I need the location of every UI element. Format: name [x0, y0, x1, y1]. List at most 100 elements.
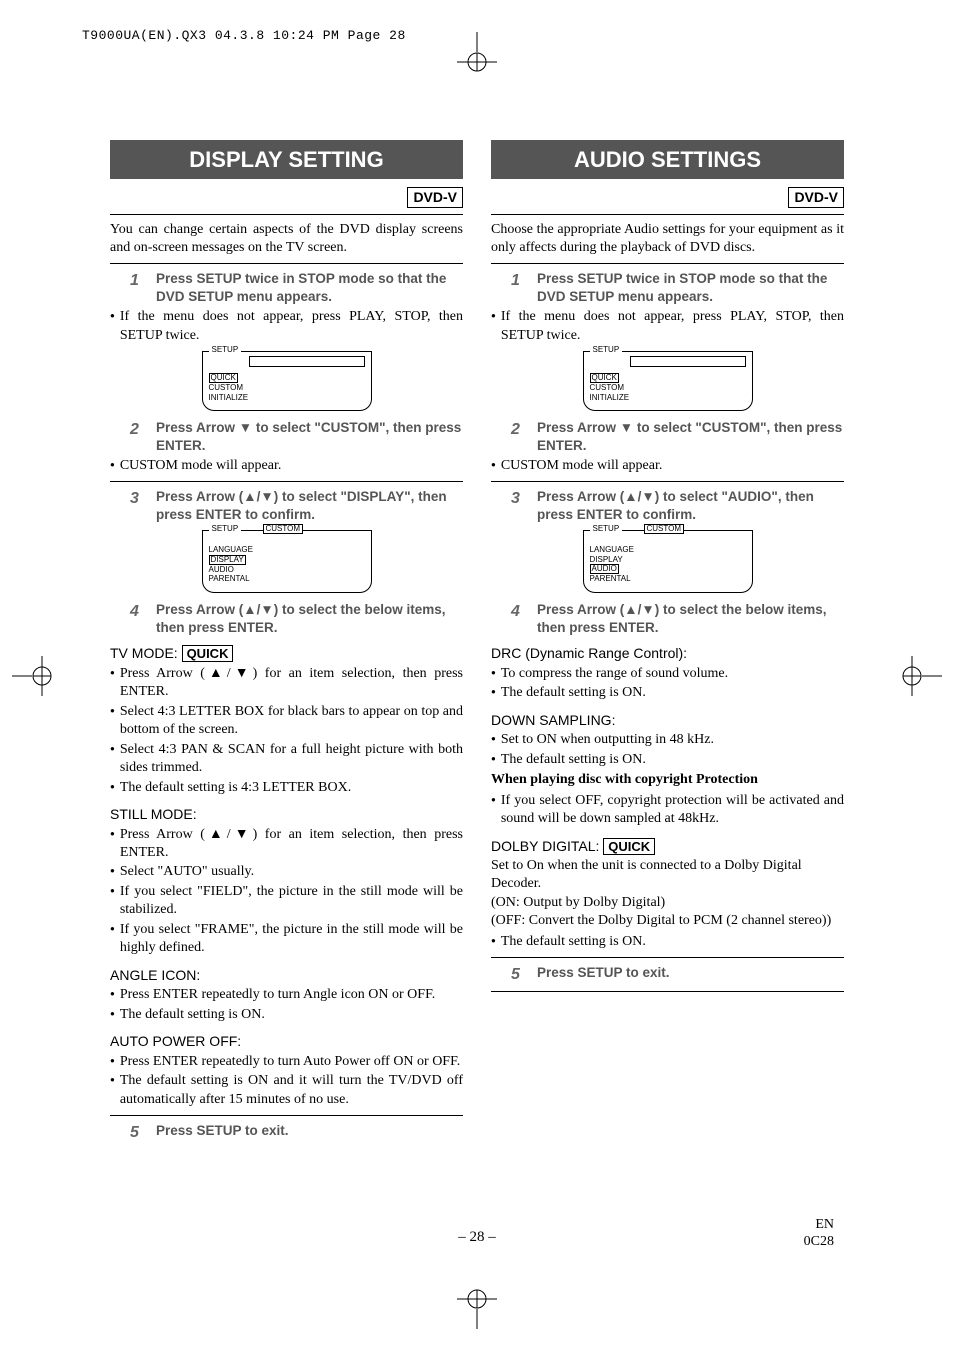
step-number: 3 [511, 488, 527, 524]
menu-item: CUSTOM [209, 383, 365, 393]
menu-item: CUSTOM [590, 383, 746, 393]
bullet: The default setting is 4:3 LETTER BOX. [110, 779, 463, 797]
crop-mark-right [902, 656, 942, 696]
step-2: 2 Press Arrow ▼ to select "CUSTOM", then… [511, 419, 844, 455]
bullet: The default setting is ON and it will tu… [110, 1072, 463, 1109]
down-sampling-heading: DOWN SAMPLING: [491, 711, 844, 729]
step-text: Press Arrow (▲/▼) to select "AUDIO", the… [537, 488, 844, 524]
divider [491, 481, 844, 482]
bullet: Press ENTER repeatedly to turn Auto Powe… [110, 1053, 463, 1071]
step-number: 2 [511, 419, 527, 455]
divider [110, 1115, 463, 1116]
step-text: Press SETUP to exit. [537, 964, 670, 985]
step-number: 2 [130, 419, 146, 455]
menu-subtab: CUSTOM [263, 524, 304, 534]
divider [110, 214, 463, 215]
still-mode-heading: STILL MODE: [110, 805, 463, 823]
menu-highlight: AUDIO [590, 564, 619, 574]
setup-menu-diagram-2: SETUP CUSTOM LANGUAGE DISPLAY AUDIO PARE… [583, 530, 753, 593]
step-1: 1 Press SETUP twice in STOP mode so that… [511, 270, 844, 306]
step-number: 3 [130, 488, 146, 524]
display-setting-title: DISPLAY SETTING [110, 140, 463, 179]
menu-item: PARENTAL [209, 574, 365, 584]
menu-highlight: QUICK [590, 373, 619, 383]
step-number: 4 [511, 601, 527, 637]
bullet: Select 4:3 PAN & SCAN for a full height … [110, 741, 463, 778]
crop-mark-top [457, 32, 497, 72]
dolby-digital-heading: DOLBY DIGITAL: QUICK [491, 837, 844, 855]
step-text: Press Arrow (▲/▼) to select "DISPLAY", t… [156, 488, 463, 524]
menu-item: INITIALIZE [209, 393, 365, 403]
menu-tab: SETUP [590, 524, 623, 535]
menu-highlight: QUICK [209, 373, 238, 383]
angle-icon-heading: ANGLE ICON: [110, 966, 463, 984]
bullet: CUSTOM mode will appear. [110, 457, 463, 475]
print-header: T9000UA(EN).QX3 04.3.8 10:24 PM Page 28 [82, 28, 406, 43]
step-2: 2 Press Arrow ▼ to select "CUSTOM", then… [130, 419, 463, 455]
tv-mode-heading: TV MODE: QUICK [110, 644, 463, 662]
bullet: Select "AUTO" usually. [110, 863, 463, 881]
bullet: The default setting is ON. [491, 684, 844, 702]
setup-menu-diagram-1: SETUP QUICK CUSTOM INITIALIZE [583, 351, 753, 411]
divider [491, 214, 844, 215]
intro-text: You can change certain aspects of the DV… [110, 221, 463, 258]
dolby-text: (ON: Output by Dolby Digital) [491, 894, 844, 912]
step-number: 5 [511, 964, 527, 985]
bullet: Press Arrow (▲/▼) for an item selection,… [110, 826, 463, 863]
step-text: Press Arrow ▼ to select "CUSTOM", then p… [156, 419, 463, 455]
quick-badge: QUICK [182, 645, 234, 662]
dolby-text: (OFF: Convert the Dolby Digital to PCM (… [491, 912, 844, 930]
menu-item: LANGUAGE [590, 545, 746, 555]
step-text: Press Arrow (▲/▼) to select the below it… [537, 601, 844, 637]
menu-item: LANGUAGE [209, 545, 365, 555]
drc-heading: DRC (Dynamic Range Control): [491, 644, 844, 662]
copyright-heading: When playing disc with copyright Protect… [491, 771, 844, 789]
menu-highlight: DISPLAY [209, 555, 246, 565]
intro-text: Choose the appropriate Audio settings fo… [491, 221, 844, 258]
crop-mark-bottom [457, 1289, 497, 1329]
step-1: 1 Press SETUP twice in STOP mode so that… [130, 270, 463, 306]
bullet: Select 4:3 LETTER BOX for black bars to … [110, 703, 463, 740]
bullet: The default setting is ON. [491, 751, 844, 769]
bullet: Press ENTER repeatedly to turn Angle ico… [110, 986, 463, 1004]
step-4: 4 Press Arrow (▲/▼) to select the below … [130, 601, 463, 637]
menu-tab: SETUP [209, 345, 242, 356]
dvd-v-badge: DVD-V [407, 187, 463, 207]
dolby-text: Set to On when the unit is connected to … [491, 857, 844, 894]
step-text: Press SETUP twice in STOP mode so that t… [537, 270, 844, 306]
left-column: DISPLAY SETTING DVD-V You can change cer… [110, 140, 463, 1231]
divider [491, 957, 844, 958]
right-column: AUDIO SETTINGS DVD-V Choose the appropri… [491, 140, 844, 1231]
menu-item: PARENTAL [590, 574, 746, 584]
step-3: 3 Press Arrow (▲/▼) to select "DISPLAY",… [130, 488, 463, 524]
divider [491, 263, 844, 264]
setup-menu-diagram-2: SETUP CUSTOM LANGUAGE DISPLAY AUDIO PARE… [202, 530, 372, 593]
menu-item: DISPLAY [590, 555, 746, 565]
quick-badge: QUICK [603, 838, 655, 855]
divider [110, 481, 463, 482]
bullet: Set to ON when outputting in 48 kHz. [491, 731, 844, 749]
step-text: Press Arrow (▲/▼) to select the below it… [156, 601, 463, 637]
menu-item: AUDIO [209, 565, 365, 575]
bullet: If the menu does not appear, press PLAY,… [110, 308, 463, 345]
bullet: If you select "FIELD", the picture in th… [110, 883, 463, 920]
divider [110, 263, 463, 264]
bullet: The default setting is ON. [491, 933, 844, 951]
step-number: 1 [511, 270, 527, 306]
step-5: 5 Press SETUP to exit. [511, 964, 844, 985]
setup-menu-diagram-1: SETUP QUICK CUSTOM INITIALIZE [202, 351, 372, 411]
bullet: CUSTOM mode will appear. [491, 457, 844, 475]
step-3: 3 Press Arrow (▲/▼) to select "AUDIO", t… [511, 488, 844, 524]
menu-item: INITIALIZE [590, 393, 746, 403]
divider [491, 991, 844, 992]
menu-tab: SETUP [590, 345, 623, 356]
bullet: Press Arrow (▲/▼) for an item selection,… [110, 665, 463, 702]
audio-settings-title: AUDIO SETTINGS [491, 140, 844, 179]
dvd-v-badge: DVD-V [788, 187, 844, 207]
menu-subtab: CUSTOM [644, 524, 685, 534]
bullet: The default setting is ON. [110, 1006, 463, 1024]
step-4: 4 Press Arrow (▲/▼) to select the below … [511, 601, 844, 637]
step-5: 5 Press SETUP to exit. [130, 1122, 463, 1143]
step-number: 4 [130, 601, 146, 637]
step-text: Press SETUP to exit. [156, 1122, 289, 1143]
